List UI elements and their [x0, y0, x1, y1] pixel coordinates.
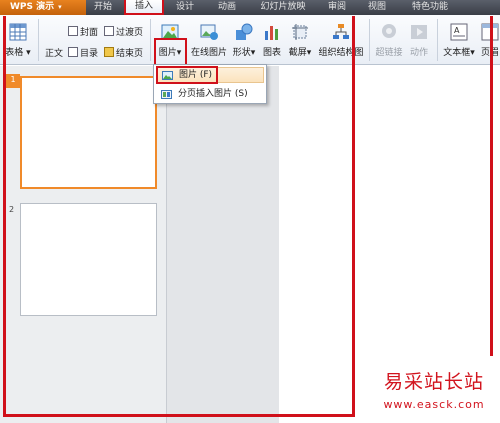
chevron-down-icon: ▾ — [470, 48, 475, 58]
org-chart-label: 组织结构图 — [318, 48, 364, 58]
textbox-icon: A — [449, 23, 469, 43]
app-menu-button[interactable]: WPS 演示 ▾ — [0, 0, 86, 15]
table-label: 表格 — [5, 48, 24, 58]
site-watermark: 易采站长站 www.easck.com — [370, 367, 498, 421]
hyperlink-icon — [379, 23, 399, 43]
menu-item-paged-insert-label: 分页插入图片 (S) — [178, 89, 248, 99]
chevron-down-icon: ▾ — [58, 3, 62, 11]
app-name: WPS 演示 — [10, 2, 55, 12]
online-picture-label: 在线图片 — [190, 48, 227, 58]
picture-dropdown-menu: 图片 (F) 分页插入图片 (S) — [153, 64, 267, 104]
toc-label: 目录 — [80, 49, 99, 59]
paged-picture-icon — [161, 89, 172, 99]
screenshot-icon — [290, 23, 310, 43]
body-text-button[interactable]: 正文 — [45, 46, 63, 59]
chevron-down-icon: ▾ — [306, 48, 312, 58]
online-picture-button[interactable]: 在线图片 — [188, 23, 230, 58]
org-chart-button[interactable]: 组织结构图 — [316, 23, 366, 58]
hyperlink-label: 超链接 — [375, 48, 403, 58]
ribbon-separator — [38, 19, 39, 61]
shapes-button[interactable]: 形状▾ — [230, 23, 258, 58]
end-page-button[interactable]: 结束页 — [104, 46, 143, 59]
textbox-button[interactable]: A 文本框▾ — [440, 23, 478, 58]
transition-label: 过渡页 — [116, 28, 144, 38]
slide-2-number: 2 — [9, 205, 15, 214]
ribbon-separator — [369, 19, 370, 61]
end-page-icon — [104, 47, 114, 57]
shapes-label: 形状 — [232, 48, 251, 58]
tab-view[interactable]: 视图 — [362, 0, 392, 15]
ribbon-separator — [437, 19, 438, 61]
slide-thumbnail-pane: 1 2 — [0, 66, 167, 423]
shapes-icon — [234, 23, 254, 43]
chevron-down-icon: ▾ — [250, 48, 256, 58]
svg-text:A: A — [454, 26, 460, 35]
table-button[interactable]: 表格 ▾ — [2, 23, 34, 58]
chevron-down-icon: ▾ — [23, 48, 31, 58]
textbox-label: 文本框 — [443, 48, 471, 58]
watermark-site-name: 易采站长站 — [383, 371, 484, 393]
ribbon-separator — [150, 19, 151, 61]
tab-home[interactable]: 开始 — [88, 0, 118, 15]
watermark-url: www.easck.com — [383, 398, 485, 411]
tab-insert[interactable]: 插入 — [124, 0, 164, 15]
tab-animation[interactable]: 动画 — [212, 0, 242, 15]
table-icon — [8, 23, 28, 43]
tab-review[interactable]: 审阅 — [322, 0, 352, 15]
action-icon — [409, 23, 429, 43]
cover-page-button[interactable]: 封面 — [68, 25, 98, 38]
transition-icon — [104, 26, 114, 36]
end-page-label: 结束页 — [116, 49, 144, 59]
chart-label: 图表 — [262, 48, 281, 58]
screenshot-button[interactable]: 截屏▾ — [286, 23, 314, 58]
screenshot-label: 截屏 — [288, 48, 307, 58]
online-picture-icon — [199, 23, 219, 43]
slide-1-number-tag: 1 — [6, 74, 20, 88]
cover-label: 封面 — [80, 28, 99, 38]
slide-thumbnail-2[interactable] — [20, 203, 157, 316]
tab-special-features[interactable]: 特色功能 — [405, 0, 455, 15]
ribbon-insert: 表格 ▾ 正文 封面 过渡页 目录 结束页 图片▾ 在线图片 形状▾ 图表 截屏… — [0, 15, 500, 79]
menu-item-paged-insert-picture[interactable]: 分页插入图片 (S) — [156, 86, 264, 102]
slide-panel-gutter — [167, 66, 279, 423]
cover-icon — [68, 26, 78, 36]
toc-page-button[interactable]: 目录 — [68, 46, 98, 59]
hyperlink-button[interactable]: 超链接 — [373, 23, 405, 58]
tab-design[interactable]: 设计 — [170, 0, 200, 15]
transition-page-button[interactable]: 过渡页 — [104, 25, 143, 38]
chart-button[interactable]: 图表 — [260, 23, 284, 58]
tab-slideshow[interactable]: 幻灯片放映 — [258, 0, 308, 15]
chart-icon — [262, 23, 282, 43]
title-bar: WPS 演示 ▾ 开始 插入 设计 动画 幻灯片放映 审阅 视图 特色功能 — [0, 0, 500, 15]
slide-thumbnail-1[interactable] — [20, 76, 157, 189]
annotation-red-line — [490, 16, 493, 356]
body-text-label: 正文 — [45, 49, 64, 59]
action-label: 动作 — [409, 48, 428, 58]
action-button[interactable]: 动作 — [407, 23, 431, 58]
toc-icon — [68, 47, 78, 57]
org-chart-icon — [331, 23, 351, 43]
menu-item-highlight-box — [156, 66, 218, 84]
